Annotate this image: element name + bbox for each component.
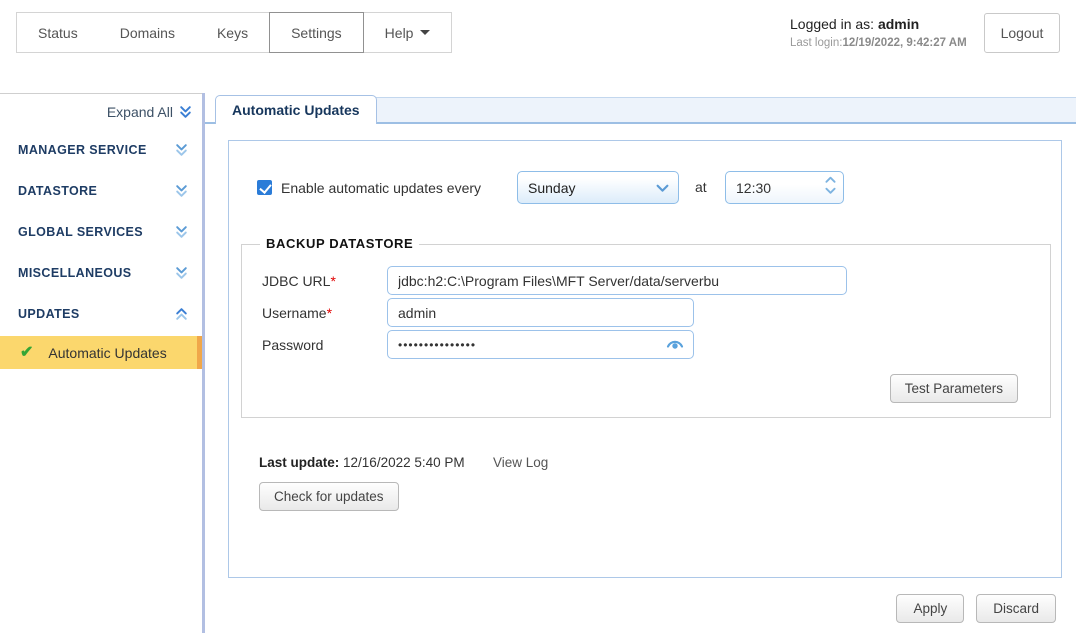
sidebar-item-manager-service[interactable]: MANAGER SERVICE: [0, 129, 202, 170]
last-update-value: 12/16/2022 5:40 PM: [343, 455, 465, 470]
help-label: Help: [384, 24, 414, 41]
tab-automatic-updates[interactable]: Automatic Updates: [215, 95, 377, 124]
last-update-row: Last update: 12/16/2022 5:40 PM: [259, 455, 465, 470]
last-login-value: 12/19/2022, 9:42:27 AM: [842, 36, 967, 49]
logged-in-label: Logged in as:: [790, 16, 875, 32]
sidebar: Expand All MANAGER SERVICE DATASTORE GLO…: [0, 93, 202, 633]
check-icon: ✔: [20, 343, 34, 361]
field-label-text: JDBC URL: [262, 273, 331, 289]
tab-strip: Automatic Updates: [205, 93, 1076, 124]
apply-button[interactable]: Apply: [896, 594, 965, 623]
username-label: Username*: [262, 305, 332, 321]
sidebar-item-miscellaneous[interactable]: MISCELLANEOUS: [0, 252, 202, 293]
test-parameters-button[interactable]: Test Parameters: [889, 374, 1018, 403]
sidebar-item-updates[interactable]: UPDATES: [0, 293, 202, 334]
user-info: Logged in as: admin Last login:12/19/202…: [790, 16, 967, 50]
nav-item-help[interactable]: Help: [364, 13, 452, 52]
chevron-down-icon: [656, 184, 669, 193]
nav-item-status[interactable]: Status: [17, 13, 99, 52]
top-navbar: Status Domains Keys Settings Help: [16, 12, 453, 53]
nav-item-domains[interactable]: Domains: [99, 13, 196, 52]
sidebar-divider: [202, 93, 205, 633]
day-select[interactable]: Sunday: [517, 171, 679, 204]
backup-datastore-legend: BACKUP DATASTORE: [260, 236, 420, 251]
expand-all-label: Expand All: [106, 104, 173, 120]
app-window: Status Domains Keys Settings Help Logged…: [0, 0, 1076, 633]
logout-button[interactable]: Logout: [984, 13, 1060, 53]
field-label-text: Username: [262, 305, 327, 321]
expand-all-button[interactable]: Expand All: [107, 104, 192, 120]
stepper-buttons: [825, 176, 836, 195]
password-label: Password: [262, 337, 324, 353]
enable-updates-label: Enable automatic updates every: [281, 179, 482, 196]
jdbc-url-field[interactable]: [387, 266, 847, 295]
day-select-value: Sunday: [528, 179, 576, 196]
sidebar-item-datastore[interactable]: DATASTORE: [0, 170, 202, 211]
chevron-double-down-icon: [180, 106, 191, 118]
password-field[interactable]: [387, 330, 694, 359]
settings-panel: Enable automatic updates every Sunday at…: [228, 140, 1062, 578]
chevron-double-down-icon: [176, 225, 187, 238]
sidebar-sections: MANAGER SERVICE DATASTORE GLOBAL SERVICE…: [0, 129, 202, 334]
last-update-label: Last update:: [259, 455, 340, 470]
password-visibility-toggle[interactable]: [666, 337, 684, 350]
discard-button[interactable]: Discard: [976, 594, 1056, 623]
logged-in-user: admin: [877, 16, 920, 32]
required-marker: *: [326, 305, 333, 321]
stepper-up-icon[interactable]: [825, 176, 836, 184]
stepper-down-icon[interactable]: [825, 187, 836, 195]
view-log-link[interactable]: View Log: [493, 455, 548, 470]
nav-item-settings[interactable]: Settings: [269, 12, 364, 53]
enable-updates-checkbox[interactable]: [257, 180, 272, 195]
caret-down-icon: [420, 30, 431, 35]
section-label: GLOBAL SERVICES: [18, 224, 144, 239]
time-stepper[interactable]: 12:30: [725, 171, 844, 204]
active-item-label: Automatic Updates: [48, 344, 167, 361]
section-label: MANAGER SERVICE: [18, 142, 147, 157]
sidebar-item-automatic-updates[interactable]: ✔ Automatic Updates: [0, 336, 202, 369]
username-field[interactable]: [387, 298, 694, 327]
last-login-label: Last login:: [790, 36, 843, 49]
backup-datastore-fieldset: BACKUP DATASTORE JDBC URL* Username* Pas…: [241, 236, 1051, 418]
section-label: UPDATES: [18, 306, 80, 321]
tab-strip-fill: [363, 97, 1076, 122]
eye-icon: [666, 340, 684, 349]
sidebar-item-global-services[interactable]: GLOBAL SERVICES: [0, 211, 202, 252]
chevron-double-down-icon: [176, 266, 187, 279]
logged-in-line: Logged in as: admin: [790, 16, 967, 34]
last-login-line: Last login:12/19/2022, 9:42:27 AM: [790, 36, 967, 50]
nav-item-keys[interactable]: Keys: [196, 13, 269, 52]
time-value: 12:30: [736, 179, 772, 196]
footer-actions: Apply Discard: [896, 594, 1056, 623]
check-for-updates-button[interactable]: Check for updates: [259, 482, 399, 511]
required-marker: *: [330, 273, 336, 289]
section-label: DATASTORE: [18, 183, 98, 198]
at-label: at: [695, 179, 707, 195]
chevron-double-up-icon: [176, 307, 187, 320]
schedule-row: Enable automatic updates every Sunday at…: [257, 171, 844, 204]
section-label: MISCELLANEOUS: [18, 265, 132, 280]
chevron-double-down-icon: [176, 143, 187, 156]
jdbc-url-label: JDBC URL*: [262, 273, 336, 289]
chevron-double-down-icon: [176, 184, 187, 197]
